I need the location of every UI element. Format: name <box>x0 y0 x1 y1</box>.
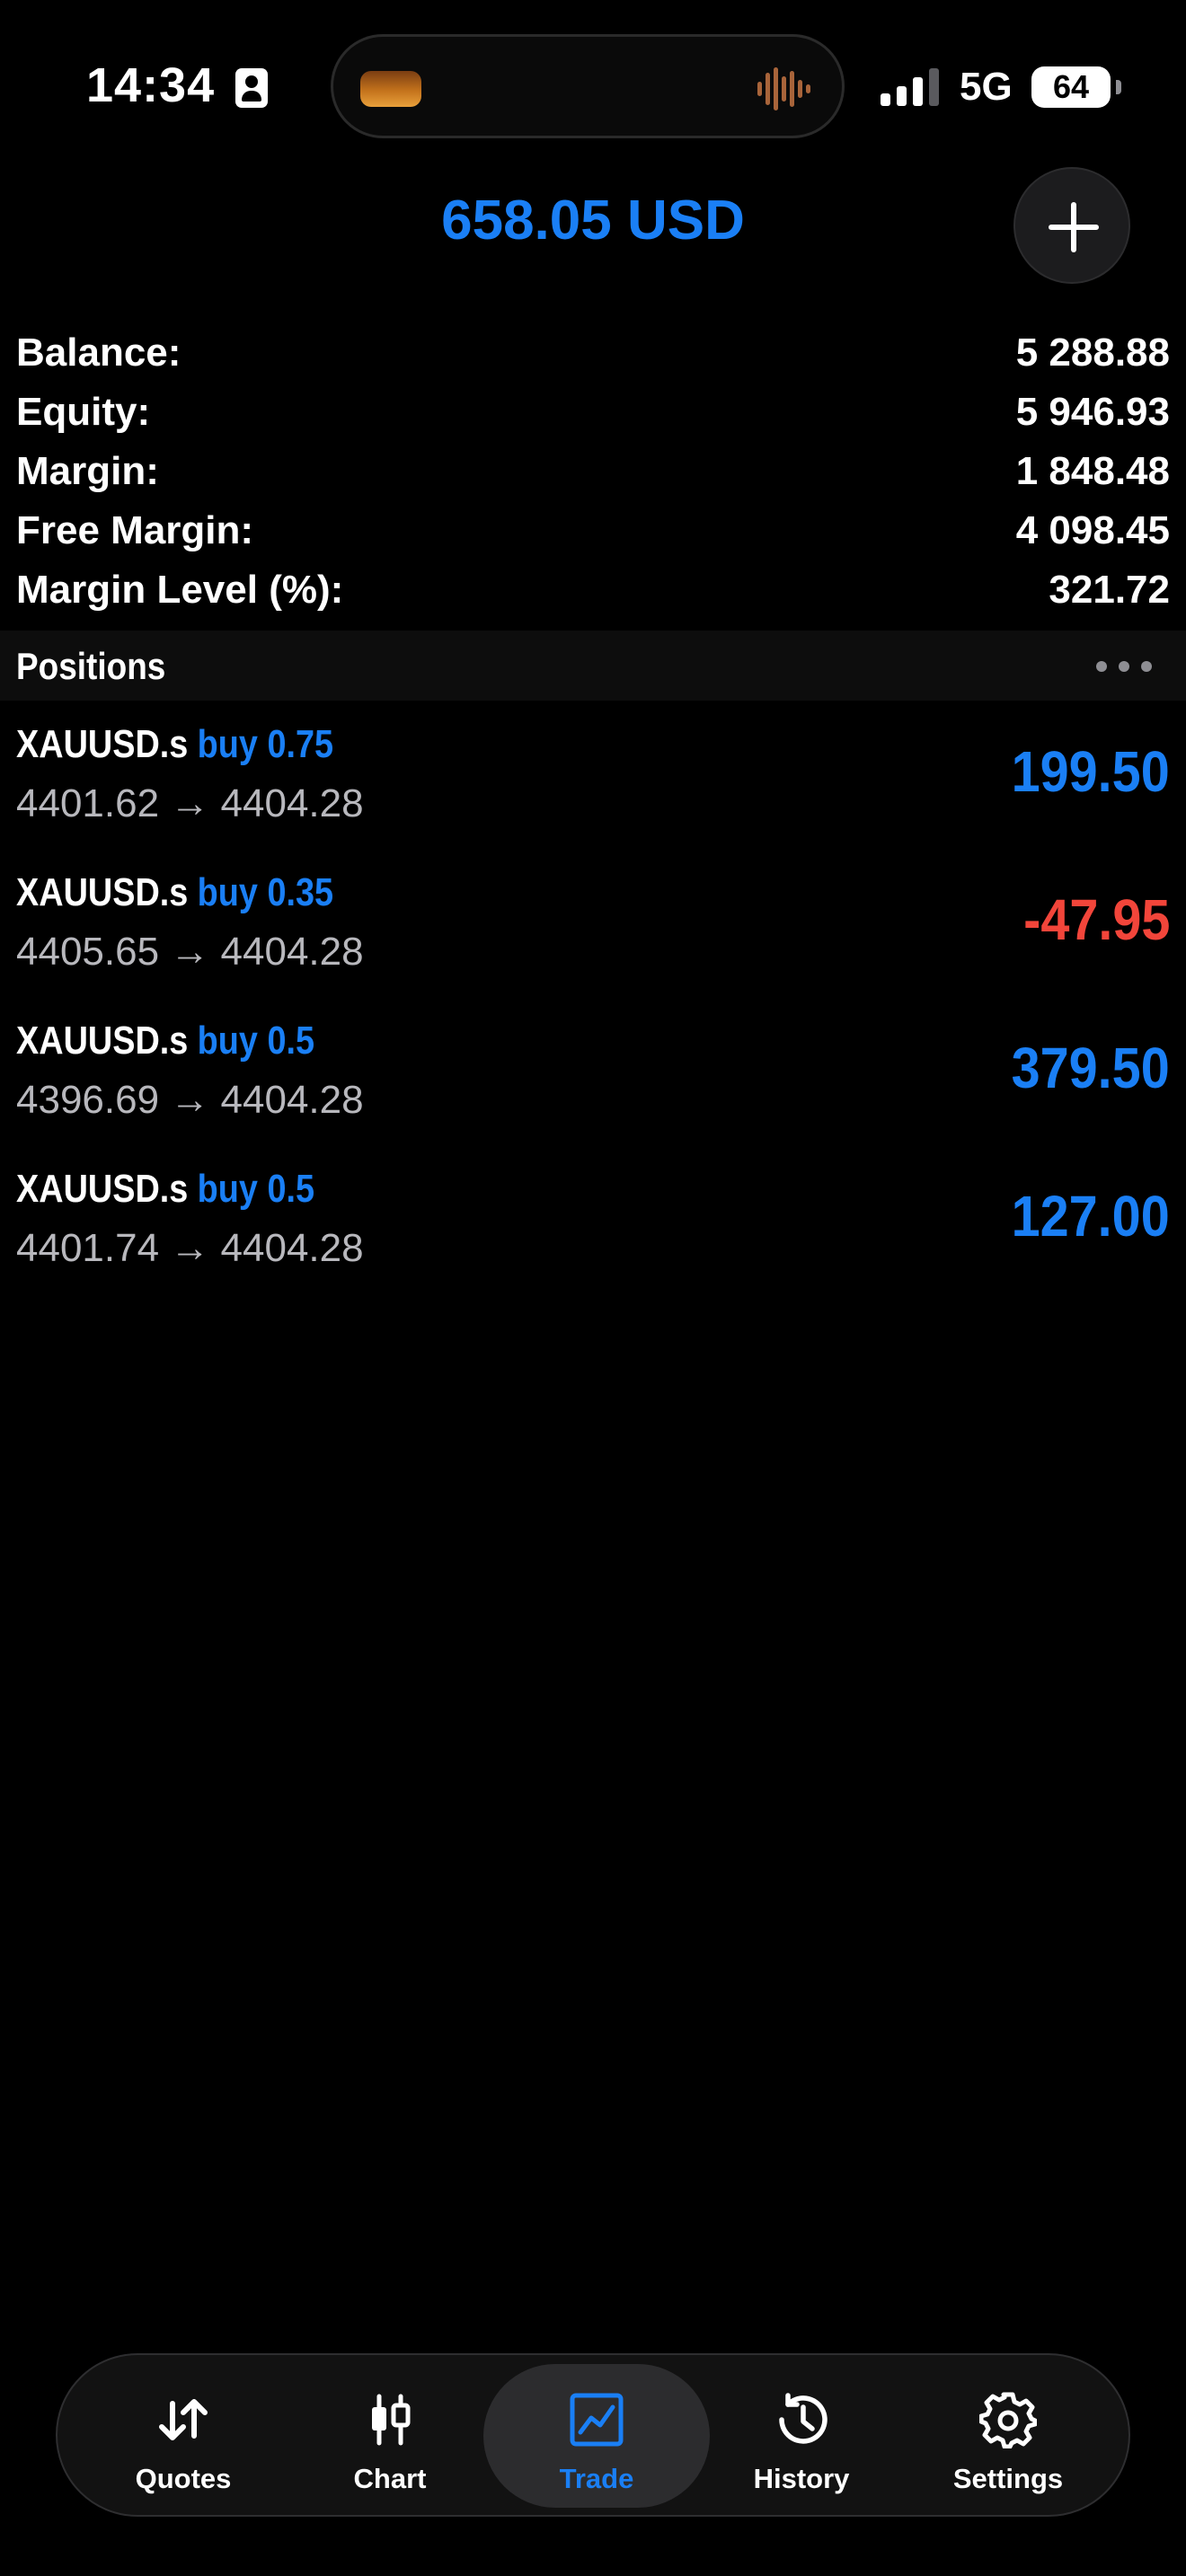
position-prices: 4401.74 → 4404.28 <box>16 1226 364 1271</box>
audio-waveform-icon <box>757 67 810 110</box>
summary-label: Free Margin: <box>16 508 254 552</box>
cellular-signal-icon <box>881 68 939 106</box>
history-clock-icon <box>779 2393 828 2444</box>
plus-icon <box>1049 202 1099 252</box>
current-price: 4404.28 <box>220 1078 364 1122</box>
position-title: XAUUSD.s buy 0.75 <box>16 722 333 767</box>
summary-label: Equity: <box>16 390 151 434</box>
status-bar: 14:34 5G 64 <box>0 0 1186 171</box>
dynamic-island[interactable] <box>331 34 845 138</box>
summary-value: 5 946.93 <box>1015 390 1170 434</box>
tab-label: Quotes <box>135 2463 232 2494</box>
tab-settings[interactable]: Settings <box>905 2364 1111 2508</box>
more-options-icon[interactable] <box>1096 661 1152 672</box>
position-row[interactable]: XAUUSD.s buy 0.75 4401.62 → 4404.28 199.5… <box>0 701 1186 849</box>
position-symbol: XAUUSD.s <box>16 1019 189 1063</box>
tab-trade[interactable]: Trade <box>483 2364 710 2508</box>
quotes-arrows-icon <box>159 2399 208 2440</box>
summary-row-balance: Balance: 5 288.88 <box>16 323 1170 383</box>
summary-value: 1 848.48 <box>1015 449 1170 493</box>
summary-row-equity: Equity: 5 946.93 <box>16 383 1170 442</box>
summary-row-margin-level: Margin Level (%): 321.72 <box>16 560 1170 620</box>
now-playing-artwork <box>360 71 421 107</box>
current-price: 4404.28 <box>220 930 364 974</box>
open-price: 4401.62 <box>16 781 160 825</box>
arrow-right-icon: → <box>170 1078 210 1122</box>
tab-quotes[interactable]: Quotes <box>80 2364 287 2508</box>
position-side-volume: buy 0.5 <box>197 1167 315 1211</box>
position-profit: -47.95 <box>1022 887 1170 952</box>
position-symbol: XAUUSD.s <box>16 870 189 914</box>
contact-card-icon <box>235 68 268 108</box>
tab-history[interactable]: History <box>698 2364 905 2508</box>
account-summary: Balance: 5 288.88 Equity: 5 946.93 Margi… <box>16 323 1170 620</box>
summary-value: 321.72 <box>1049 568 1170 612</box>
position-prices: 4405.65 → 4404.28 <box>16 930 364 975</box>
network-type: 5G <box>960 65 1013 109</box>
summary-value: 4 098.45 <box>1015 508 1170 552</box>
tab-label: Settings <box>952 2463 1064 2494</box>
tab-label: Chart <box>353 2463 427 2494</box>
arrow-right-icon: → <box>170 1226 210 1270</box>
position-title: XAUUSD.s buy 0.5 <box>16 1167 314 1212</box>
position-profit: 199.50 <box>1011 739 1170 804</box>
position-side-volume: buy 0.75 <box>197 722 334 766</box>
status-time: 14:34 <box>86 58 216 112</box>
candlestick-icon <box>372 2394 411 2446</box>
position-row[interactable]: XAUUSD.s buy 0.5 4396.69 → 4404.28 379.50 <box>0 997 1186 1145</box>
position-side-volume: buy 0.35 <box>197 870 334 914</box>
summary-label: Margin: <box>16 449 159 493</box>
current-price: 4404.28 <box>220 1226 364 1270</box>
positions-list: XAUUSD.s buy 0.75 4401.62 → 4404.28 199.5… <box>0 701 1186 1293</box>
position-title: XAUUSD.s buy 0.5 <box>16 1019 314 1063</box>
battery-icon: 64 <box>1031 66 1121 108</box>
positions-section-header: Positions <box>0 631 1186 701</box>
gear-icon <box>979 2392 1037 2448</box>
summary-label: Balance: <box>16 331 181 375</box>
summary-label: Margin Level (%): <box>16 568 344 612</box>
trade-chart-icon <box>570 2393 624 2447</box>
summary-row-margin: Margin: 1 848.48 <box>16 442 1170 501</box>
tab-bar: Quotes Chart Trade History Settings <box>56 2353 1130 2517</box>
position-profit: 379.50 <box>1011 1036 1170 1100</box>
positions-title: Positions <box>16 645 166 687</box>
total-profit: 658.05 USD <box>441 190 745 251</box>
position-row[interactable]: XAUUSD.s buy 0.35 4405.65 → 4404.28 -47.9… <box>0 849 1186 997</box>
position-prices: 4401.62 → 4404.28 <box>16 781 364 826</box>
position-title: XAUUSD.s buy 0.35 <box>16 870 333 915</box>
arrow-right-icon: → <box>170 781 210 825</box>
position-row[interactable]: XAUUSD.s buy 0.5 4401.74 → 4404.28 127.00 <box>0 1145 1186 1293</box>
position-profit: 127.00 <box>1011 1184 1170 1248</box>
new-order-button[interactable] <box>1013 167 1130 284</box>
position-symbol: XAUUSD.s <box>16 1167 189 1211</box>
open-price: 4396.69 <box>16 1078 160 1122</box>
tab-label: Trade <box>559 2463 634 2494</box>
open-price: 4401.74 <box>16 1226 160 1270</box>
current-price: 4404.28 <box>220 781 364 825</box>
open-price: 4405.65 <box>16 930 160 974</box>
arrow-right-icon: → <box>170 930 210 974</box>
position-symbol: XAUUSD.s <box>16 722 189 766</box>
tab-label: History <box>753 2463 850 2494</box>
position-prices: 4396.69 → 4404.28 <box>16 1078 364 1123</box>
tab-chart[interactable]: Chart <box>287 2364 493 2508</box>
summary-value: 5 288.88 <box>1015 331 1170 375</box>
summary-row-free-margin: Free Margin: 4 098.45 <box>16 501 1170 560</box>
position-side-volume: buy 0.5 <box>197 1019 315 1063</box>
